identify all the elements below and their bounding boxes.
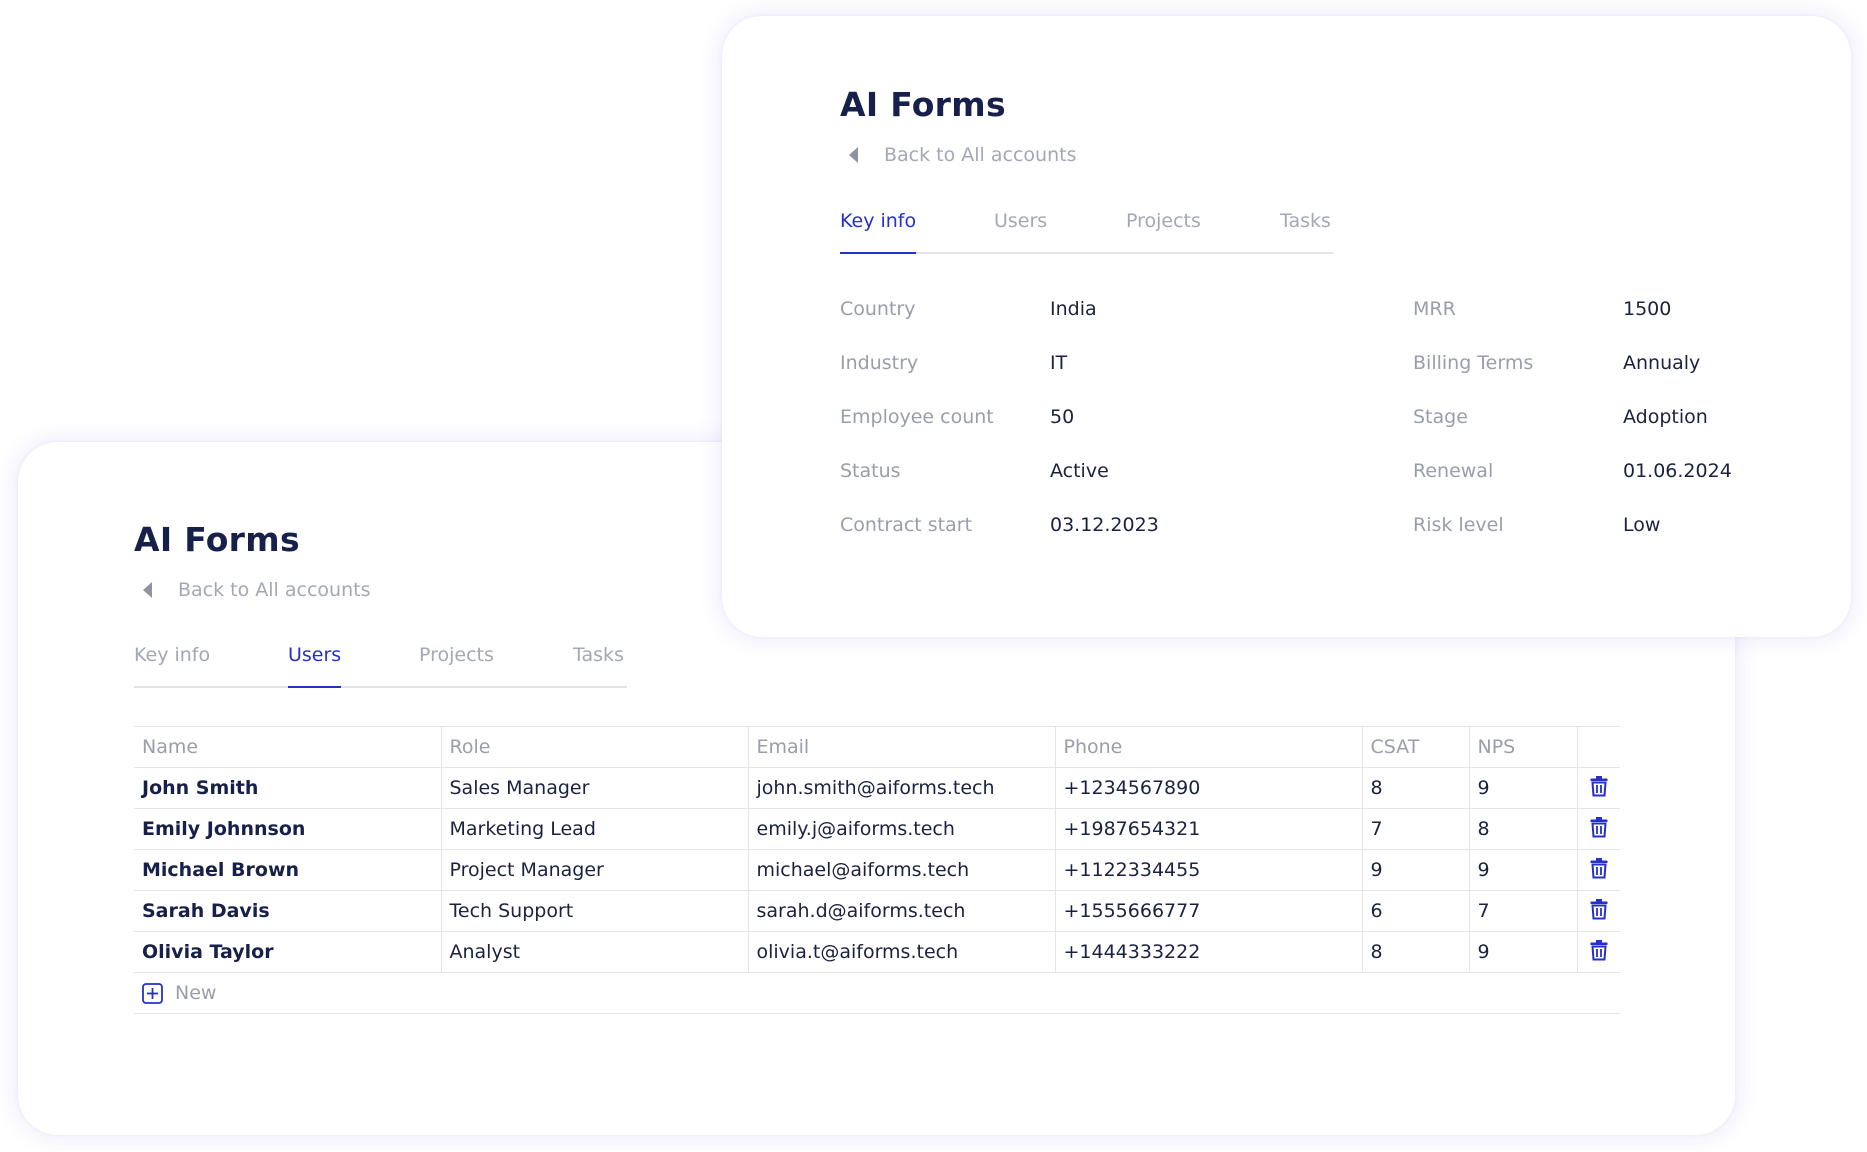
- user-email-cell: john.smith@aiforms.tech: [747, 767, 1055, 809]
- delete-cell: [1576, 931, 1620, 973]
- trash-icon[interactable]: [1590, 816, 1608, 843]
- user-name-cell[interactable]: Olivia Taylor: [134, 931, 441, 973]
- table-row: John Smith Sales Manager john.smith@aifo…: [134, 767, 1620, 809]
- user-phone-cell: +1444333222: [1054, 931, 1362, 973]
- table-row: Sarah Davis Tech Support sarah.d@aiforms…: [134, 890, 1620, 932]
- user-email-cell: olivia.t@aiforms.tech: [747, 931, 1055, 973]
- table-row: Michael Brown Project Manager michael@ai…: [134, 849, 1620, 891]
- field-value-risk-level: Low: [1623, 514, 1661, 536]
- trash-icon[interactable]: [1590, 775, 1608, 802]
- trash-icon[interactable]: [1590, 898, 1608, 925]
- user-csat-cell: 6: [1361, 890, 1469, 932]
- user-phone-cell: +1234567890: [1054, 767, 1362, 809]
- user-role-cell: Project Manager: [440, 849, 748, 891]
- user-nps-cell: 9: [1468, 931, 1577, 973]
- table-row: Olivia Taylor Analyst olivia.t@aiforms.t…: [134, 931, 1620, 973]
- user-role-cell: Tech Support: [440, 890, 748, 932]
- field-label-industry: Industry: [840, 352, 919, 374]
- user-csat-cell: 8: [1361, 767, 1469, 809]
- back-link-label: Back to All accounts: [884, 144, 1077, 166]
- back-to-accounts-link[interactable]: Back to All accounts: [134, 579, 370, 601]
- account-key-info-card: AI Forms Back to All accounts Key info U…: [722, 16, 1851, 637]
- user-name-cell[interactable]: Michael Brown: [134, 849, 441, 891]
- column-header-actions: [1576, 726, 1620, 768]
- field-value-industry: IT: [1050, 352, 1068, 374]
- table-header-row: Name Role Email Phone CSAT NPS: [134, 726, 1620, 768]
- trash-icon[interactable]: [1590, 857, 1608, 884]
- back-link-label: Back to All accounts: [178, 579, 371, 601]
- user-email-cell: sarah.d@aiforms.tech: [747, 890, 1055, 932]
- trash-icon[interactable]: [1590, 939, 1608, 966]
- delete-cell: [1576, 808, 1620, 850]
- table-row: Emily Johnnson Marketing Lead emily.j@ai…: [134, 808, 1620, 850]
- page-title: AI Forms: [134, 520, 300, 559]
- tab-key-info[interactable]: Key info: [840, 206, 917, 254]
- tab-projects[interactable]: Projects: [419, 640, 494, 686]
- caret-left-icon: [143, 582, 152, 598]
- plus-square-icon: [142, 982, 163, 1004]
- user-nps-cell: 8: [1468, 808, 1577, 850]
- user-nps-cell: 9: [1468, 849, 1577, 891]
- column-header-email: Email: [747, 726, 1055, 768]
- field-value-stage: Adoption: [1623, 406, 1708, 428]
- field-label-country: Country: [840, 298, 916, 320]
- field-label-status: Status: [840, 460, 901, 482]
- field-value-country: India: [1050, 298, 1097, 320]
- user-role-cell: Sales Manager: [440, 767, 748, 809]
- field-value-employee-count: 50: [1050, 406, 1075, 428]
- page-title: AI Forms: [840, 85, 1006, 124]
- users-table: Name Role Email Phone CSAT NPS John Smit…: [134, 726, 1620, 973]
- field-value-status: Active: [1050, 460, 1109, 482]
- tab-bar: Key info Users Projects Tasks: [134, 640, 627, 688]
- user-nps-cell: 9: [1468, 767, 1577, 809]
- add-user-button[interactable]: New: [142, 982, 216, 1004]
- field-label-risk-level: Risk level: [1413, 514, 1504, 536]
- user-nps-cell: 7: [1468, 890, 1577, 932]
- add-user-label: New: [175, 982, 217, 1004]
- field-label-mrr: MRR: [1413, 298, 1456, 320]
- delete-cell: [1576, 767, 1620, 809]
- field-label-employee-count: Employee count: [840, 406, 994, 428]
- delete-cell: [1576, 849, 1620, 891]
- user-phone-cell: +1555666777: [1054, 890, 1362, 932]
- user-role-cell: Analyst: [440, 931, 748, 973]
- caret-left-icon: [849, 147, 858, 163]
- tab-projects[interactable]: Projects: [1126, 206, 1201, 252]
- user-name-cell[interactable]: John Smith: [134, 767, 441, 809]
- field-label-billing-terms: Billing Terms: [1413, 352, 1534, 374]
- add-row: New: [134, 973, 1620, 1014]
- column-header-nps: NPS: [1468, 726, 1577, 768]
- column-header-name: Name: [134, 726, 441, 768]
- column-header-phone: Phone: [1054, 726, 1362, 768]
- tab-tasks[interactable]: Tasks: [573, 640, 624, 686]
- user-role-cell: Marketing Lead: [440, 808, 748, 850]
- tab-key-info[interactable]: Key info: [134, 640, 210, 686]
- column-header-csat: CSAT: [1361, 726, 1469, 768]
- user-csat-cell: 7: [1361, 808, 1469, 850]
- user-csat-cell: 9: [1361, 849, 1469, 891]
- user-phone-cell: +1987654321: [1054, 808, 1362, 850]
- field-label-stage: Stage: [1413, 406, 1468, 428]
- user-name-cell[interactable]: Sarah Davis: [134, 890, 441, 932]
- user-phone-cell: +1122334455: [1054, 849, 1362, 891]
- field-value-contract-start: 03.12.2023: [1050, 514, 1159, 536]
- user-email-cell: michael@aiforms.tech: [747, 849, 1055, 891]
- tab-users[interactable]: Users: [288, 640, 342, 688]
- user-name-cell[interactable]: Emily Johnnson: [134, 808, 441, 850]
- field-label-contract-start: Contract start: [840, 514, 973, 536]
- field-value-renewal: 01.06.2024: [1623, 460, 1732, 482]
- back-to-accounts-link[interactable]: Back to All accounts: [840, 144, 1076, 166]
- user-email-cell: emily.j@aiforms.tech: [747, 808, 1055, 850]
- field-label-renewal: Renewal: [1413, 460, 1494, 482]
- user-csat-cell: 8: [1361, 931, 1469, 973]
- tab-users[interactable]: Users: [994, 206, 1047, 252]
- field-value-mrr: 1500: [1623, 298, 1672, 320]
- tab-tasks[interactable]: Tasks: [1280, 206, 1331, 252]
- delete-cell: [1576, 890, 1620, 932]
- column-header-role: Role: [440, 726, 748, 768]
- field-value-billing-terms: Annualy: [1623, 352, 1701, 374]
- tab-bar: Key info Users Projects Tasks: [840, 206, 1333, 254]
